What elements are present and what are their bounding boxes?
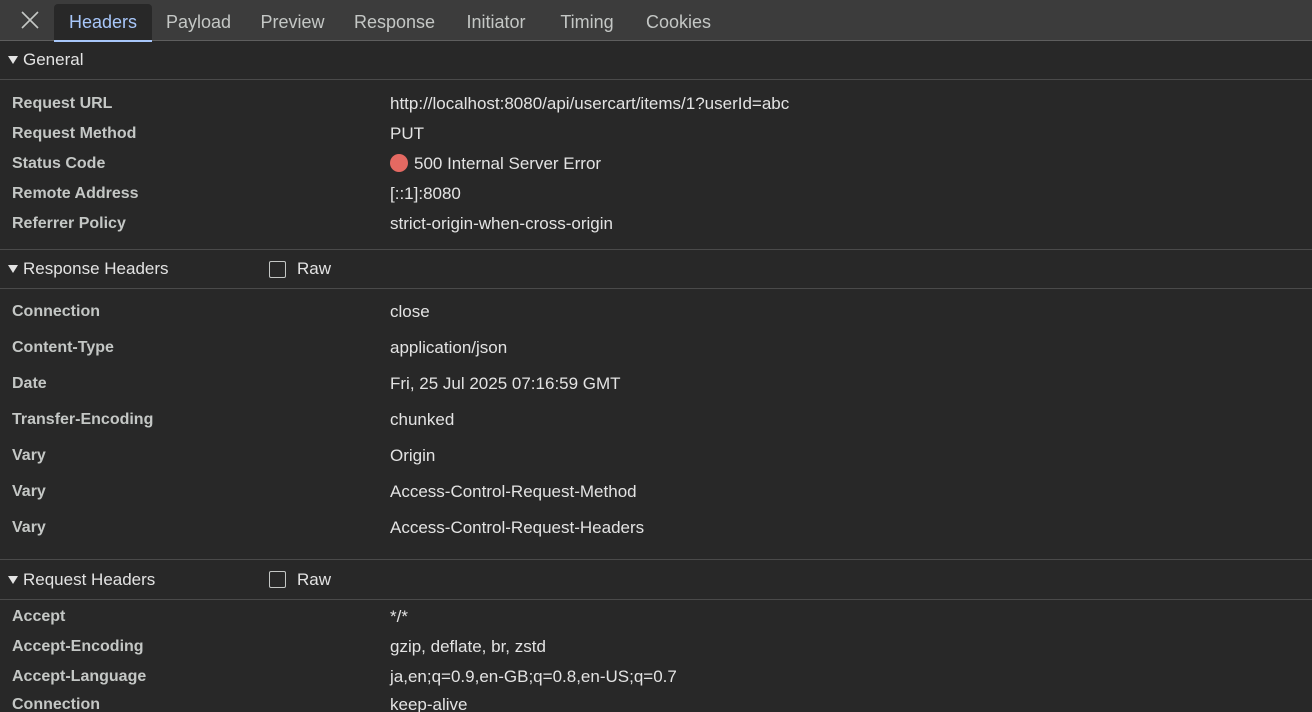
header-name: Connection [12,696,100,712]
response-header-row: Connection close [0,301,1312,327]
tab-cookies[interactable]: Cookies [631,4,726,41]
request-header-row: Accept */* [0,606,1312,632]
triangle-down-icon [8,56,18,64]
header-value: ja,en;q=0.9,en-GB;q=0.8,en-US;q=0.7 [390,667,677,686]
header-value: Access-Control-Request-Headers [390,518,645,537]
request-header-row: Accept-Encoding gzip, deflate, br, zstd [0,636,1312,662]
header-value: Access-Control-Request-Method [390,482,637,501]
header-name: Referrer Policy [12,215,126,232]
header-value: gzip, deflate, br, zstd [390,637,546,656]
raw-label: Raw [297,569,332,589]
header-name: Content-Type [12,339,114,356]
response-header-row: Date Fri, 25 Jul 2025 07:16:59 GMT [0,373,1312,399]
close-icon [21,11,39,29]
triangle-down-icon [8,575,18,584]
header-value: close [390,302,430,321]
tab-response[interactable]: Response [340,4,449,41]
header-name: Request URL [12,95,113,112]
response-header-row: Vary Access-Control-Request-Headers [0,517,1312,543]
response-headers-raw-toggle[interactable]: Raw [269,259,331,279]
response-headers-section-title: Response Headers [23,259,169,278]
general-row: Referrer Policy strict-origin-when-cross… [0,213,1312,239]
header-value: Fri, 25 Jul 2025 07:16:59 GMT [390,374,621,393]
general-section-header: General [0,41,1312,80]
general-row: Request Method PUT [0,123,1312,149]
general-section-title: General [23,50,84,69]
status-code-text: 500 Internal Server Error [414,154,602,173]
request-headers-section-toggle[interactable]: Request Headers [8,570,155,590]
tab-payload[interactable]: Payload [152,4,245,41]
header-value: Origin [390,446,436,465]
response-headers-section-header: Response Headers Raw [0,249,1312,289]
raw-checkbox[interactable] [269,260,286,278]
header-value: PUT [390,124,424,143]
header-name: Vary [12,483,46,500]
request-headers-raw-toggle[interactable]: Raw [269,570,331,590]
header-value: application/json [390,338,508,357]
header-name: Accept-Language [12,668,147,685]
header-value: keep-alive [390,695,468,712]
response-header-row: Vary Access-Control-Request-Method [0,481,1312,507]
tab-preview[interactable]: Preview [245,4,340,41]
response-header-row: Transfer-Encoding chunked [0,409,1312,435]
tab-bar: Headers Payload Preview Response Initiat… [0,0,1312,42]
header-name: Connection [12,303,100,320]
tab-initiator[interactable]: Initiator [449,4,543,41]
tab-timing[interactable]: Timing [543,4,631,41]
header-value: strict-origin-when-cross-origin [390,214,613,233]
close-button[interactable] [15,6,45,34]
devtools-network-headers-panel: Headers Payload Preview Response Initiat… [0,0,1312,712]
response-header-row: Vary Origin [0,445,1312,471]
header-name: Vary [12,447,46,464]
request-header-row: Connection keep-alive [0,694,1312,712]
header-value: http://localhost:8080/api/usercart/items… [390,94,790,113]
header-name: Transfer-Encoding [12,411,154,428]
header-name: Request Method [12,125,137,142]
raw-checkbox[interactable] [269,571,286,588]
general-row: Status Code 500 Internal Server Error [0,153,1312,179]
header-value: chunked [390,410,455,429]
header-name: Date [12,375,47,392]
tab-headers[interactable]: Headers [54,4,152,42]
header-name: Accept-Encoding [12,638,144,655]
request-headers-section-title: Request Headers [23,569,156,589]
triangle-down-icon [8,265,18,273]
header-name: Vary [12,519,46,536]
general-row: Request URL http://localhost:8080/api/us… [0,93,1312,119]
header-value: [::1]:8080 [390,184,461,203]
status-code-value: 500 Internal Server Error [390,154,601,174]
header-name: Status Code [12,155,106,172]
header-value: */* [390,607,408,626]
request-header-row: Accept-Language ja,en;q=0.9,en-GB;q=0.8,… [0,666,1312,692]
general-row: Remote Address [::1]:8080 [0,183,1312,209]
request-headers-section-header: Request Headers Raw [0,559,1312,600]
header-name: Accept [12,608,66,625]
raw-label: Raw [297,259,332,278]
header-name: Remote Address [12,185,139,202]
status-dot-icon [390,154,408,172]
response-header-row: Content-Type application/json [0,337,1312,363]
general-section-toggle[interactable]: General [8,50,83,70]
response-headers-section-toggle[interactable]: Response Headers [8,259,169,279]
